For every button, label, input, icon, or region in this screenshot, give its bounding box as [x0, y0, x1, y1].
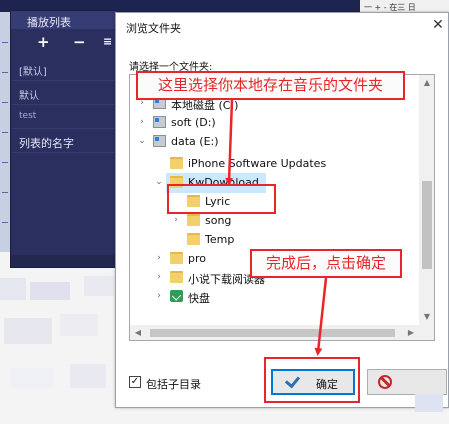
collapsed-chevron-icon[interactable]	[154, 158, 164, 168]
playlist-item[interactable]: 列表的名字	[11, 129, 117, 153]
cancel-icon	[378, 375, 392, 389]
playlist-menu-icon[interactable]: ≡	[103, 34, 112, 50]
horizontal-scrollbar[interactable]: ◀ ▶	[130, 325, 419, 340]
green-app-icon	[170, 290, 183, 302]
collapsed-chevron-icon[interactable]: ›	[154, 291, 164, 301]
folder-icon	[170, 271, 183, 283]
playlist-list: [默认] 默认 test 列表的名字	[11, 57, 117, 153]
background-top-right-toolbar: 一 + - 在三 日	[360, 0, 449, 12]
vertical-scrollbar[interactable]: ▲ ▼	[419, 75, 434, 325]
scroll-left-icon[interactable]: ◀	[130, 325, 146, 340]
tree-item[interactable]: › soft (D:)	[130, 113, 420, 133]
screenshot-root: 一 + - 在三 日 播放列表 + − ≡ [默认] 默认 test 列表的名字	[0, 0, 449, 424]
collapsed-chevron-icon[interactable]: ›	[154, 253, 164, 263]
folder-icon	[170, 252, 183, 264]
playlist-item[interactable]: test	[11, 105, 117, 129]
background-right-edge	[405, 388, 449, 424]
collapsed-chevron-icon[interactable]: ›	[154, 272, 164, 282]
add-playlist-button[interactable]: +	[37, 34, 50, 50]
expanded-chevron-icon[interactable]: ⌄	[154, 177, 164, 187]
vertical-scroll-thumb[interactable]	[422, 181, 432, 269]
folder-icon	[187, 214, 200, 226]
highlight-box-kwdownload	[167, 184, 276, 214]
playlist-panel-title: 播放列表	[11, 11, 117, 29]
tree-item-label: data (E:)	[171, 135, 219, 148]
tree-item[interactable]: › song	[130, 211, 420, 231]
scroll-down-icon[interactable]: ▼	[419, 309, 434, 325]
drive-icon	[153, 116, 166, 128]
remove-playlist-button[interactable]: −	[73, 34, 86, 50]
scroll-right-icon[interactable]: ▶	[403, 325, 419, 340]
tree-item-label: soft (D:)	[171, 116, 216, 129]
include-subdirs-checkbox[interactable]: ✓	[129, 376, 141, 388]
drive-icon	[153, 135, 166, 147]
background-left-edge	[0, 12, 10, 252]
playlist-item[interactable]: [默认]	[11, 57, 117, 81]
dialog-title: 浏览文件夹	[126, 22, 181, 35]
folder-icon	[170, 157, 183, 169]
highlight-box-ok-button	[264, 357, 360, 403]
close-icon[interactable]: ✕	[430, 17, 446, 33]
tree-item-label: iPhone Software Updates	[188, 157, 327, 170]
playlist-item[interactable]: 默认	[11, 81, 117, 105]
playlist-panel-bottom	[11, 255, 117, 267]
tree-item[interactable]: ⌄ data (E:)	[130, 132, 420, 152]
tree-item[interactable]: Temp	[130, 230, 420, 250]
playlist-panel: 播放列表 + − ≡ [默认] 默认 test 列表的名字	[10, 10, 117, 268]
tree-item[interactable]: › 快盘	[130, 287, 420, 307]
tree-item-label: 快盘	[188, 292, 210, 305]
scroll-up-icon[interactable]: ▲	[419, 75, 434, 91]
include-subdirs-label: 包括子目录	[146, 378, 201, 391]
tree-item-label: song	[205, 214, 232, 227]
annotation-note-select-folder: 这里选择你本地存在音乐的文件夹	[136, 71, 405, 100]
horizontal-scroll-thumb[interactable]	[150, 329, 395, 337]
collapsed-chevron-icon[interactable]: ›	[171, 215, 181, 225]
tree-item-label: Temp	[205, 233, 235, 246]
tree-item-label: pro	[188, 252, 206, 265]
folder-icon	[187, 233, 200, 245]
playlist-toolbar: + − ≡	[11, 33, 117, 53]
expanded-chevron-icon[interactable]: ⌄	[137, 136, 147, 146]
scroll-corner	[419, 325, 434, 340]
collapsed-chevron-icon[interactable]	[171, 234, 181, 244]
tree-item[interactable]: iPhone Software Updates	[130, 154, 420, 174]
annotation-note-click-ok: 完成后，点击确定	[250, 249, 402, 278]
collapsed-chevron-icon[interactable]: ›	[137, 117, 147, 127]
